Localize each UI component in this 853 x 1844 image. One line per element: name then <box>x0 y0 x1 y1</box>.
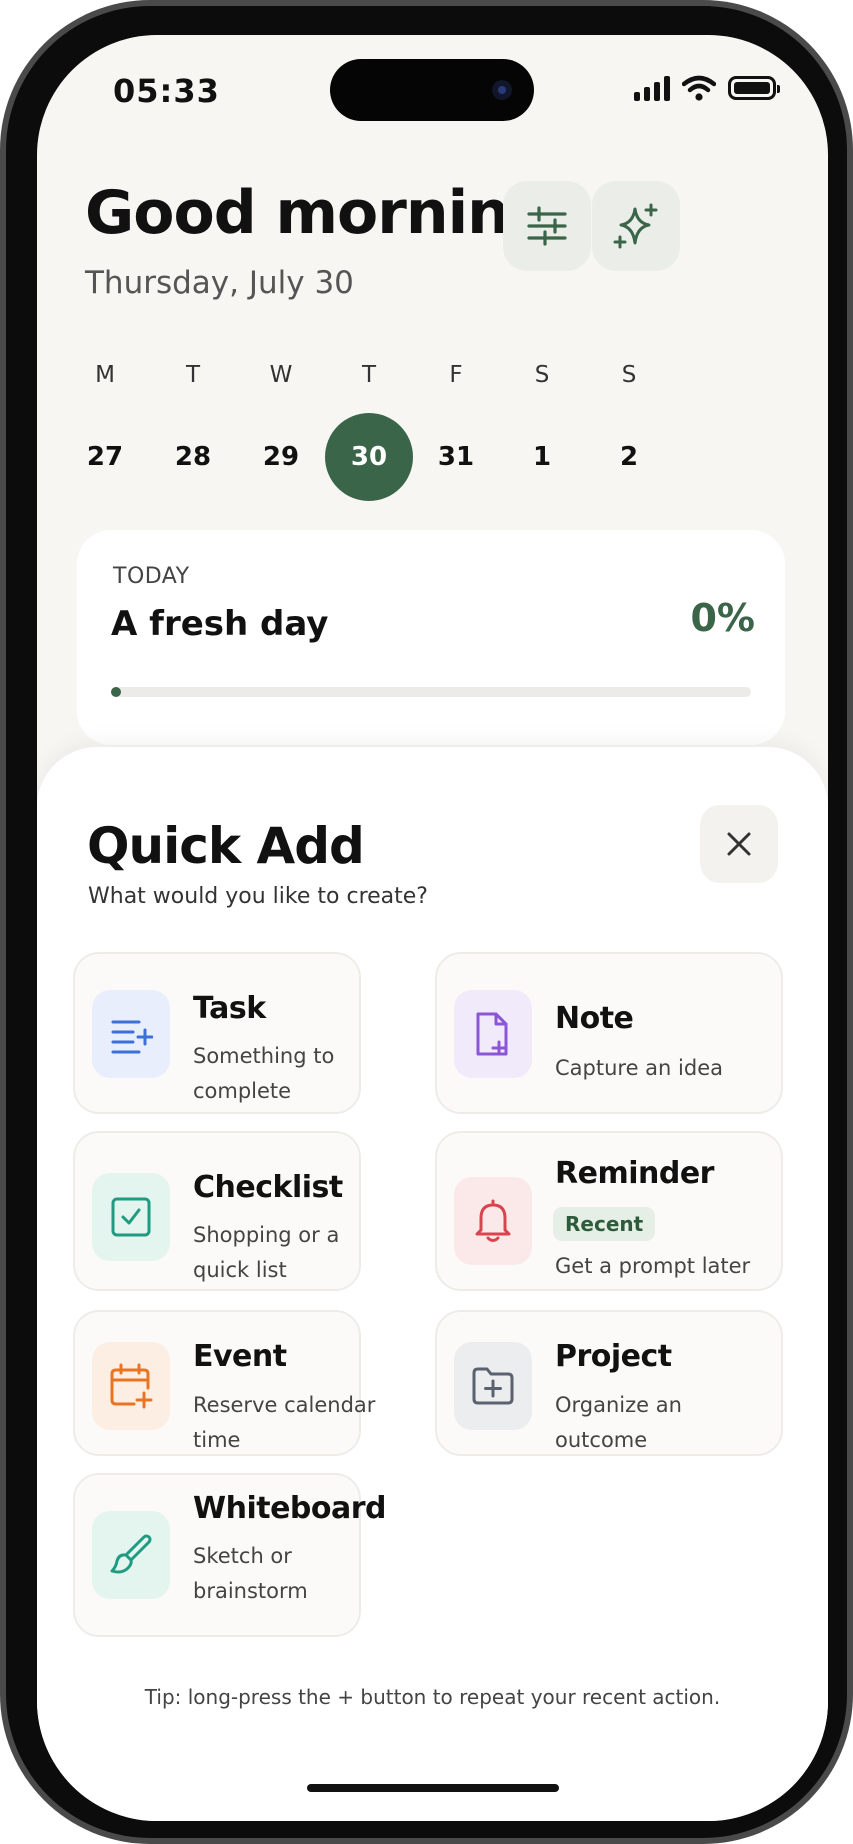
phone-frame: 05:33 Good morning Thursday, July 30 M 2… <box>0 0 853 1844</box>
quick-add-sheet: Quick Add What would you like to create? <box>37 747 828 1821</box>
weekday-label: T <box>185 362 201 388</box>
day-number: 27 <box>86 442 124 472</box>
today-title: A fresh day <box>111 604 329 644</box>
day-number: 2 <box>619 442 639 472</box>
week-day-31[interactable]: F 31 <box>411 355 501 501</box>
checkbox-icon <box>92 1173 170 1261</box>
brush-icon <box>92 1511 170 1599</box>
status-time: 05:33 <box>113 72 220 110</box>
quick-add-note[interactable]: Note Capture an idea <box>435 952 783 1114</box>
day-number: 28 <box>174 442 212 472</box>
quick-add-task[interactable]: Task Something to complete <box>73 952 361 1114</box>
sheet-subtitle: What would you like to create? <box>88 884 428 909</box>
filter-button[interactable] <box>503 181 591 271</box>
selected-day-number: 30 <box>325 413 413 501</box>
today-label: TODAY <box>113 564 190 589</box>
home-indicator[interactable] <box>307 1784 559 1792</box>
weekday-label: M <box>95 362 115 388</box>
current-date: Thursday, July 30 <box>85 265 354 301</box>
quick-add-reminder[interactable]: Reminder Recent Get a prompt later <box>435 1131 783 1291</box>
week-day-27[interactable]: M 27 <box>60 355 150 501</box>
camera-icon <box>492 80 512 100</box>
weekday-label: S <box>534 362 550 388</box>
phone-bezel: 05:33 Good morning Thursday, July 30 M 2… <box>6 6 847 1838</box>
event-description: Reserve calendar time <box>193 1393 376 1452</box>
close-icon <box>727 832 751 856</box>
reminder-title: Reminder <box>555 1156 714 1191</box>
project-description: Organize an outcome <box>555 1393 682 1452</box>
checklist-title: Checklist <box>193 1170 343 1205</box>
greeting-title: Good morning <box>85 178 552 248</box>
sparkle-icon <box>613 203 658 249</box>
day-number: 29 <box>262 442 300 472</box>
project-title: Project <box>555 1339 672 1374</box>
wifi-icon <box>682 75 716 101</box>
note-title: Note <box>555 1001 634 1036</box>
folder-plus-icon <box>454 1342 532 1430</box>
week-day-2[interactable]: S2 <box>584 355 674 501</box>
dynamic-island <box>330 59 534 121</box>
whiteboard-title: Whiteboard <box>193 1491 387 1526</box>
checklist-description: Shopping or a quick list <box>193 1223 340 1282</box>
event-title: Event <box>193 1339 287 1374</box>
day-number: 1 <box>532 442 552 472</box>
task-list-plus-icon <box>92 990 170 1078</box>
weekday-label: W <box>269 362 293 388</box>
today-progress-percent: 0% <box>690 596 755 640</box>
quick-add-project[interactable]: Project Organize an outcome <box>435 1310 783 1456</box>
note-description: Capture an idea <box>555 1056 723 1080</box>
quick-add-whiteboard[interactable]: Whiteboard Sketch or brainstorm <box>73 1473 387 1637</box>
tip-text: Tip: long-press the + button to repeat y… <box>144 1685 721 1709</box>
day-number: 31 <box>437 442 475 472</box>
task-description: Something to complete <box>193 1044 335 1103</box>
weekday-label: S <box>621 362 637 388</box>
week-day-1[interactable]: S1 <box>497 355 587 501</box>
week-day-29[interactable]: W 29 <box>236 355 326 501</box>
battery-icon <box>728 76 780 100</box>
quick-add-event[interactable]: Event Reserve calendar time <box>73 1310 375 1456</box>
week-day-28[interactable]: T 28 <box>148 355 238 501</box>
cellular-signal-icon <box>634 75 670 101</box>
sliders-icon <box>527 206 567 246</box>
screen: 05:33 Good morning Thursday, July 30 M 2… <box>37 35 828 1821</box>
whiteboard-description: Sketch or brainstorm <box>193 1544 308 1603</box>
calendar-plus-icon <box>92 1342 170 1430</box>
status-icons <box>634 75 780 101</box>
recent-badge: Recent <box>553 1207 656 1241</box>
close-button[interactable] <box>700 805 778 883</box>
ai-sparkle-button[interactable] <box>592 181 680 271</box>
quick-add-checklist[interactable]: Checklist Shopping or a quick list <box>73 1131 361 1291</box>
task-title: Task <box>193 991 266 1026</box>
weekday-label: F <box>449 362 463 388</box>
weekday-label: T <box>361 362 377 388</box>
sheet-title: Quick Add <box>87 817 365 875</box>
today-progress-fill <box>111 687 121 697</box>
note-plus-icon <box>454 990 532 1078</box>
reminder-description: Get a prompt later <box>555 1254 751 1278</box>
today-card[interactable]: TODAY A fresh day 0% <box>77 530 785 745</box>
week-day-30[interactable]: T 30 <box>324 355 414 501</box>
bell-icon <box>454 1177 532 1265</box>
today-progress-bar <box>111 687 751 697</box>
